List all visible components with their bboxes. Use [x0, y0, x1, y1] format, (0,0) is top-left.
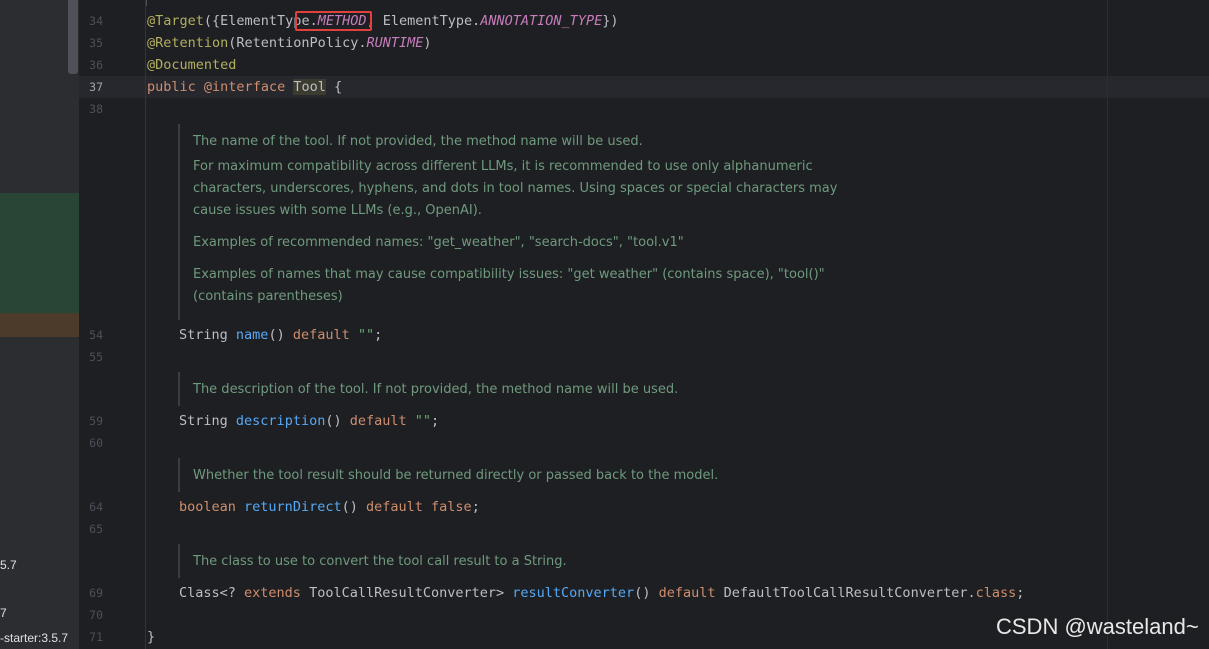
code-text: }): [602, 13, 619, 29]
method-name: name: [235, 327, 269, 343]
doc-comment-bar: [178, 372, 180, 406]
code-text: ): [423, 35, 432, 51]
line-number: 34: [89, 14, 103, 28]
line-number: 65: [89, 522, 103, 536]
type-string: String: [179, 413, 228, 429]
constant-annotation-type: ANNOTATION_TYPE: [480, 13, 603, 29]
keyword-default: default: [366, 499, 423, 515]
code-line-69[interactable]: Class<? extends ToolCallResultConverter>…: [179, 582, 1024, 604]
code-line-54[interactable]: String name() default "";: [179, 324, 382, 346]
line-number-current: 37: [89, 80, 103, 94]
annotation-documented: @Documented: [147, 57, 237, 73]
line-number: 38: [89, 102, 103, 116]
string-literal: "": [357, 327, 375, 343]
doc-comment-bar: [178, 458, 180, 492]
left-panel-text[interactable]: 7: [0, 606, 7, 620]
code-line-64[interactable]: boolean returnDirect() default false;: [179, 496, 480, 518]
doc-comment-text: Examples of recommended names: "get_weat…: [193, 235, 684, 250]
code-line-36[interactable]: @Documented: [147, 54, 236, 76]
line-number: 69: [89, 586, 103, 600]
constant-runtime: RUNTIME: [366, 35, 424, 51]
keyword-class: class: [975, 585, 1017, 601]
doc-comment-text: The name of the tool. If not provided, t…: [193, 134, 643, 149]
doc-comment-text: The class to use to convert the tool cal…: [193, 554, 567, 569]
doc-comment-bar: [178, 124, 180, 320]
keyword-false: false: [431, 499, 472, 515]
code-text: ;: [374, 327, 383, 343]
doc-comment-text: Examples of names that may cause compati…: [193, 267, 825, 282]
line-number: 71: [89, 630, 103, 644]
fold-marker: [146, 0, 147, 6]
annotation-retention: @Retention: [147, 35, 229, 51]
string-literal: "": [414, 413, 432, 429]
class-default-converter: DefaultToolCallResultConverter.: [715, 585, 976, 601]
left-highlight-green: [0, 193, 79, 313]
code-line-59[interactable]: String description() default "";: [179, 410, 439, 432]
project-tool-window[interactable]: 5.7 7 -starter:3.5.7: [0, 0, 79, 649]
doc-comment-text: characters, underscores, hyphens, and do…: [193, 181, 838, 196]
left-panel-text[interactable]: 5.7: [0, 558, 17, 572]
keyword-default: default: [658, 585, 716, 601]
code-editor[interactable]: 34 35 36 37 38 54 55 59 60 64 65 69 70 7…: [79, 0, 1209, 649]
code-text: {: [334, 79, 343, 95]
doc-comment-text: Whether the tool result should be return…: [193, 468, 719, 483]
right-margin-guide: [1107, 0, 1108, 649]
code-line-34[interactable]: @Target({ElementType.METHOD, ElementType…: [147, 10, 618, 32]
line-number: 70: [89, 608, 103, 622]
type-boolean: boolean: [179, 499, 236, 515]
doc-comment-bar: [178, 544, 180, 578]
left-highlight-orange: [0, 313, 79, 337]
line-number: 35: [89, 36, 103, 50]
keyword-public: public: [147, 79, 196, 95]
left-scrollbar-thumb[interactable]: [68, 0, 78, 74]
doc-comment-text: cause issues with some LLMs (e.g., OpenA…: [193, 203, 482, 218]
doc-comment-text: For maximum compatibility across differe…: [193, 159, 813, 174]
watermark: CSDN @wasteland~: [996, 614, 1199, 639]
code-text: , ElementType.: [366, 13, 481, 29]
code-line-37[interactable]: public @interface Tool {: [147, 76, 342, 98]
code-line-35[interactable]: @Retention(RetentionPolicy.RUNTIME): [147, 32, 432, 54]
line-number: 59: [89, 414, 103, 428]
code-text: (RetentionPolicy.: [228, 35, 367, 51]
line-number: 55: [89, 350, 103, 364]
annotation-target: @Target: [147, 13, 204, 29]
type-class: Class<?: [179, 585, 245, 601]
keyword-interface: @interface: [203, 79, 286, 95]
method-result-converter: resultConverter: [512, 585, 635, 601]
code-text: ;: [431, 413, 440, 429]
code-text: (): [341, 499, 358, 515]
left-panel-text[interactable]: -starter:3.5.7: [0, 631, 68, 645]
gutter-separator: [145, 0, 146, 649]
keyword-default: default: [292, 327, 350, 343]
keyword-default: default: [349, 413, 407, 429]
code-text: ;: [1016, 585, 1025, 601]
code-text: }: [147, 629, 156, 645]
code-line-71[interactable]: }: [147, 626, 155, 648]
code-text: (): [325, 413, 342, 429]
doc-comment-text: The description of the tool. If not prov…: [193, 382, 679, 397]
line-number: 54: [89, 328, 103, 342]
type-string: String: [179, 327, 228, 343]
type-name-tool: Tool: [293, 79, 326, 95]
method-return-direct: returnDirect: [244, 499, 342, 515]
doc-comment-text: (contains parentheses): [193, 289, 343, 304]
code-text: ;: [471, 499, 480, 515]
code-text: (): [634, 585, 651, 601]
method-description: description: [235, 413, 326, 429]
line-number: 60: [89, 436, 103, 450]
code-text: (): [268, 327, 285, 343]
keyword-extends: extends: [244, 585, 301, 601]
type-converter: ToolCallResultConverter>: [300, 585, 513, 601]
line-number: 36: [89, 58, 103, 72]
highlight-box: [295, 11, 372, 31]
line-number: 64: [89, 500, 103, 514]
